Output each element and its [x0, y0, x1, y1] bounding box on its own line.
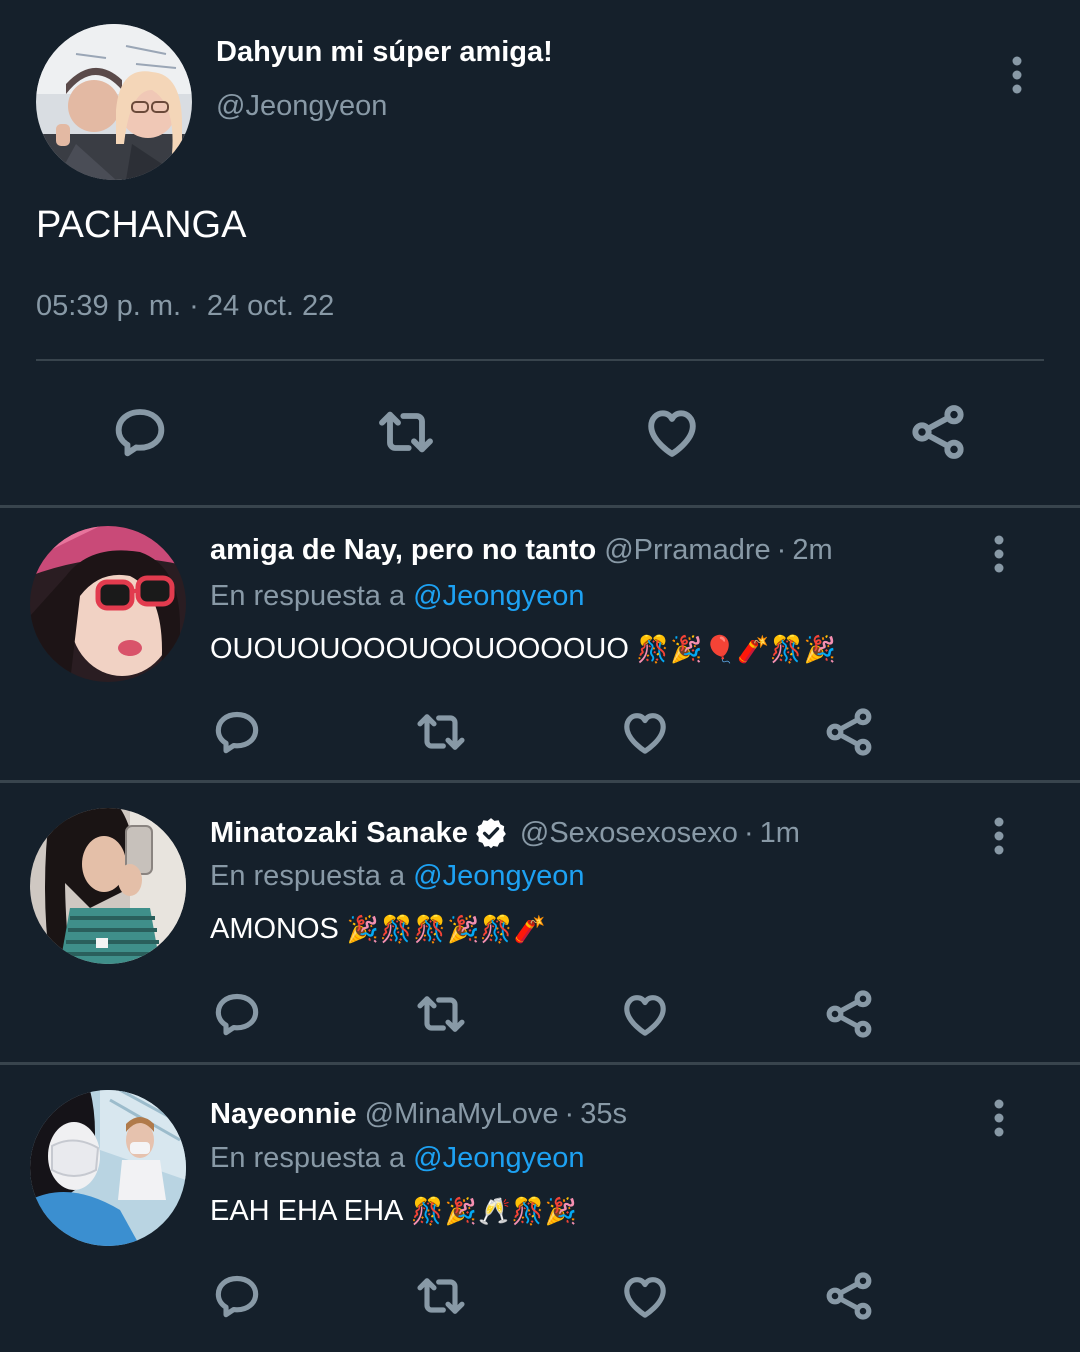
reply-to-label: En respuesta a [210, 1142, 406, 1174]
mention-link[interactable]: @Jeongyeon [413, 580, 584, 612]
reply-time: 2m [792, 534, 833, 566]
retweet-icon[interactable] [413, 986, 469, 1042]
reply-to-label: En respuesta a [210, 860, 406, 892]
reply-context: En respuesta a @Jeongyeon [210, 860, 584, 893]
handle[interactable]: @Jeongyeon [216, 90, 387, 123]
reply-to-label: En respuesta a [210, 580, 406, 612]
reply-text-body: EAH EHA EHA [210, 1194, 404, 1227]
share-icon[interactable] [906, 400, 970, 464]
confetti-ball-emoji: 🎊 [380, 914, 413, 944]
emoji-group: 🎊 🎉 🥂 🎊 🎉 [411, 1194, 578, 1228]
tweet-timestamp: 05:39 p. m. · 24 oct. 22 [36, 290, 335, 322]
reply-tweet[interactable]: Minatozaki Sanake @Sexosexosexo · 1m En … [0, 790, 1080, 1070]
retweet-icon[interactable] [374, 400, 438, 464]
party-popper-emoji: 🎉 [544, 1196, 578, 1226]
display-name[interactable]: Dahyun mi súper amiga! [216, 36, 553, 69]
reply-tweet[interactable]: Nayeonnie @MinaMyLove · 35s En respuesta… [0, 1072, 1080, 1352]
verified-badge-icon [474, 816, 508, 850]
like-icon[interactable] [617, 704, 673, 760]
section-divider [0, 780, 1080, 783]
party-popper-emoji: 🎉 [447, 914, 480, 944]
reply-header: amiga de Nay, pero no tanto @Prramadre ·… [210, 534, 833, 567]
reply-time: 1m [759, 816, 800, 849]
share-icon[interactable] [821, 1268, 877, 1324]
more-vertical-icon[interactable] [984, 1098, 1014, 1138]
reply-time: 35s [580, 1098, 627, 1130]
separator-dot: · [776, 534, 787, 566]
reply-icon[interactable] [209, 1268, 265, 1324]
divider [36, 359, 1044, 361]
display-name[interactable]: Minatozaki Sanake [210, 817, 468, 850]
retweet-icon[interactable] [413, 704, 469, 760]
emoji-group: 🎊 🎉 🎈 🧨 🎊 🎉 [637, 632, 837, 666]
reply-text: OUOUOUOOOUOOUOOOOUO 🎊 🎉 🎈 🧨 🎊 🎉 [210, 632, 837, 666]
share-icon[interactable] [821, 986, 877, 1042]
clinking-glasses-emoji: 🥂 [478, 1196, 511, 1226]
reply-tweet[interactable]: amiga de Nay, pero no tanto @Prramadre ·… [0, 508, 1080, 788]
firecracker-emoji: 🧨 [737, 634, 770, 664]
handle[interactable]: @Sexosexosexo [520, 817, 738, 850]
more-vertical-icon[interactable] [1000, 55, 1034, 97]
more-vertical-icon[interactable] [984, 816, 1014, 856]
section-divider [0, 1062, 1080, 1065]
handle[interactable]: @Prramadre [604, 534, 770, 567]
party-popper-emoji: 🎉 [670, 634, 703, 664]
display-name[interactable]: amiga de Nay, pero no tanto [210, 534, 596, 567]
reply-context: En respuesta a @Jeongyeon [210, 580, 584, 613]
retweet-icon[interactable] [413, 1268, 469, 1324]
separator-dot: · [564, 1098, 575, 1130]
party-popper-emoji: 🎉 [803, 634, 837, 664]
avatar[interactable] [30, 1090, 186, 1246]
like-icon[interactable] [617, 986, 673, 1042]
display-name[interactable]: Nayeonnie [210, 1098, 357, 1131]
main-tweet: Dahyun mi súper amiga! @Jeongyeon PACHAN… [0, 0, 1080, 505]
reply-text: AMONOS 🎉 🎊 🎊 🎉 🎊 🧨 [210, 912, 547, 946]
handle[interactable]: @MinaMyLove [365, 1098, 559, 1131]
tweet-text: PACHANGA [36, 204, 247, 246]
reply-text-body: OUOUOUOOOUOOUOOOOUO [210, 632, 629, 665]
balloon-emoji: 🎈 [703, 634, 737, 664]
mention-link[interactable]: @Jeongyeon [413, 860, 584, 892]
share-icon[interactable] [821, 704, 877, 760]
reply-icon[interactable] [209, 704, 265, 760]
reply-icon[interactable] [209, 986, 265, 1042]
confetti-ball-emoji: 🎊 [511, 1196, 544, 1226]
like-icon[interactable] [640, 400, 704, 464]
emoji-group: 🎉 🎊 🎊 🎉 🎊 🧨 [347, 912, 547, 946]
confetti-ball-emoji: 🎊 [480, 914, 513, 944]
firecracker-emoji: 🧨 [513, 914, 547, 944]
party-popper-emoji: 🎉 [444, 1196, 478, 1226]
reply-text-body: AMONOS [210, 912, 339, 945]
reply-icon[interactable] [108, 400, 172, 464]
reply-header: Minatozaki Sanake @Sexosexosexo · 1m [210, 816, 800, 850]
party-popper-emoji: 🎉 [346, 914, 380, 944]
avatar[interactable] [30, 808, 186, 964]
confetti-ball-emoji: 🎊 [411, 1196, 444, 1226]
separator-dot: · [743, 816, 754, 849]
reply-header: Nayeonnie @MinaMyLove · 35s [210, 1098, 627, 1131]
confetti-ball-emoji: 🎊 [770, 634, 803, 664]
more-vertical-icon[interactable] [984, 534, 1014, 574]
like-icon[interactable] [617, 1268, 673, 1324]
confetti-ball-emoji: 🎊 [413, 914, 447, 944]
avatar[interactable] [30, 526, 186, 682]
mention-link[interactable]: @Jeongyeon [413, 1142, 584, 1174]
confetti-ball-emoji: 🎊 [636, 634, 670, 664]
avatar[interactable] [36, 24, 192, 180]
reply-context: En respuesta a @Jeongyeon [210, 1142, 584, 1175]
reply-text: EAH EHA EHA 🎊 🎉 🥂 🎊 🎉 [210, 1194, 578, 1228]
